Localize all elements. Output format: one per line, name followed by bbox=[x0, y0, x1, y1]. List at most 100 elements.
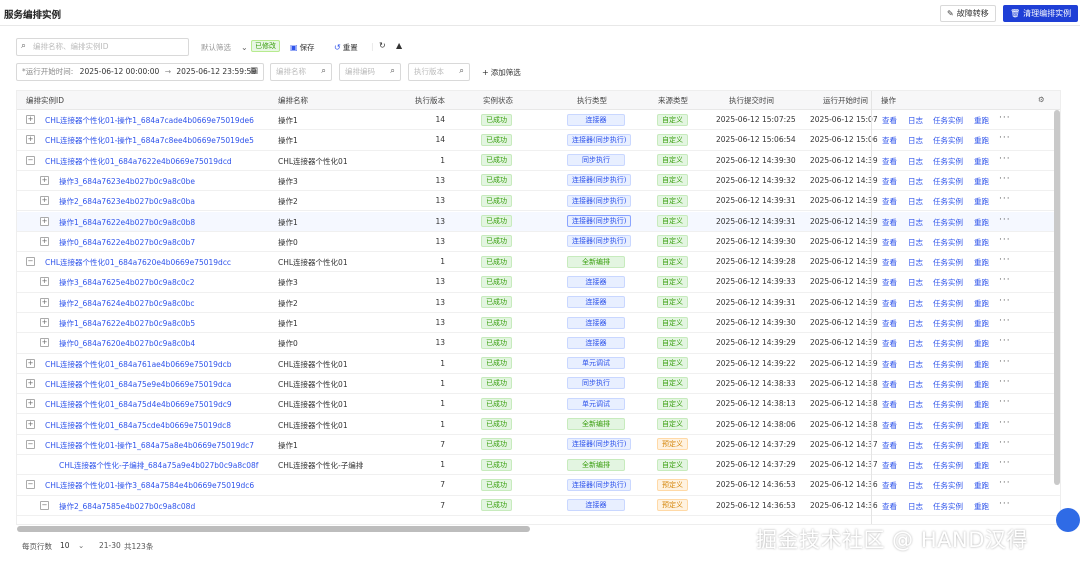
task-instance-link[interactable]: 任务实例 bbox=[933, 156, 963, 167]
instance-id-link[interactable]: 操作3_684a7623e4b027b0c9a8c0be bbox=[59, 176, 195, 187]
expand-icon[interactable]: + bbox=[40, 236, 49, 246]
collapse-icon[interactable]: − bbox=[26, 439, 35, 449]
log-link[interactable]: 日志 bbox=[908, 298, 923, 309]
more-icon[interactable]: ··· bbox=[999, 174, 1011, 184]
log-link[interactable]: 日志 bbox=[908, 277, 923, 288]
expand-icon[interactable]: + bbox=[40, 196, 49, 206]
col-version[interactable]: 执行版本 bbox=[415, 95, 445, 106]
expand-icon[interactable]: + bbox=[26, 378, 35, 388]
task-instance-link[interactable]: 任务实例 bbox=[933, 115, 963, 126]
more-icon[interactable]: ··· bbox=[999, 255, 1011, 265]
view-link[interactable]: 查看 bbox=[882, 379, 897, 390]
log-link[interactable]: 日志 bbox=[908, 176, 923, 187]
instance-id-link[interactable]: 操作0_684a7622e4b027b0c9a8c0b7 bbox=[59, 237, 195, 248]
collapse-button[interactable]: ▲ bbox=[396, 42, 402, 50]
view-link[interactable]: 查看 bbox=[882, 460, 897, 471]
table-row[interactable]: + CHL连接器个性化01-操作1_684a7c8ee4b0669e75019de… bbox=[17, 130, 1060, 151]
expand-icon[interactable]: + bbox=[26, 399, 35, 409]
expand-icon[interactable]: + bbox=[26, 419, 35, 429]
collapse-icon[interactable]: − bbox=[26, 155, 35, 165]
instance-id-link[interactable]: 操作2_684a7585e4b027b0c9a8c08d bbox=[59, 501, 195, 512]
table-row[interactable]: − CHL连接器个性化01_684a7622e4b0669e75019dcd CHL… bbox=[17, 151, 1060, 171]
table-row[interactable]: + CHL连接器个性化01_684a75d4e4b0669e75019dc9 CHL… bbox=[17, 394, 1060, 415]
page-size-select[interactable]: 10 ⌄ bbox=[60, 541, 84, 550]
table-row[interactable]: + CHL连接器个性化01_684a75e9e4b0669e75019dca CHL… bbox=[17, 374, 1060, 395]
table-row[interactable]: + 操作3_684a7625e4b027b0c9a8c0c2 操作3 13 已成功 连接器… bbox=[17, 272, 1060, 293]
col-source-type[interactable]: 来源类型 bbox=[658, 95, 688, 106]
task-instance-link[interactable]: 任务实例 bbox=[933, 257, 963, 268]
help-bubble[interactable] bbox=[1056, 508, 1080, 532]
rerun-link[interactable]: 重跑 bbox=[974, 480, 989, 491]
log-link[interactable]: 日志 bbox=[908, 440, 923, 451]
col-submit-time[interactable]: 执行提交时间 bbox=[729, 95, 774, 106]
rerun-link[interactable]: 重跑 bbox=[974, 359, 989, 370]
rerun-link[interactable]: 重跑 bbox=[974, 237, 989, 248]
log-link[interactable]: 日志 bbox=[908, 379, 923, 390]
more-icon[interactable]: ··· bbox=[999, 235, 1011, 245]
instance-id-link[interactable]: 操作0_684a7620e4b027b0c9a8c0b4 bbox=[59, 338, 195, 349]
instance-id-link[interactable]: CHL连接器个性化01-操作1_684a7cade4b0669e75019de6 bbox=[45, 115, 254, 126]
view-link[interactable]: 查看 bbox=[882, 176, 897, 187]
instance-id-link[interactable]: 操作1_684a7622e4b027b0c9a8c0b5 bbox=[59, 318, 195, 329]
instance-id-link[interactable]: CHL连接器个性化01_684a7620e4b0669e75019dcc bbox=[45, 257, 231, 268]
log-link[interactable]: 日志 bbox=[908, 318, 923, 329]
table-row[interactable]: + 操作2_684a7624e4b027b0c9a8c0bc 操作2 13 已成功 连接器… bbox=[17, 293, 1060, 313]
table-row[interactable]: − CHL连接器个性化01_684a7620e4b0669e75019dcc CHL… bbox=[17, 252, 1060, 273]
more-icon[interactable]: ··· bbox=[999, 418, 1011, 428]
log-link[interactable]: 日志 bbox=[908, 237, 923, 248]
version-filter-input[interactable]: 执行版本 ⌕ bbox=[408, 63, 470, 81]
instance-id-link[interactable]: CHL连接器个性化01_684a75e9e4b0669e75019dca bbox=[45, 379, 231, 390]
log-link[interactable]: 日志 bbox=[908, 359, 923, 370]
rerun-link[interactable]: 重跑 bbox=[974, 176, 989, 187]
task-instance-link[interactable]: 任务实例 bbox=[933, 420, 963, 431]
task-instance-link[interactable]: 任务实例 bbox=[933, 338, 963, 349]
table-row[interactable]: + 操作3_684a7623e4b027b0c9a8c0be 操作3 13 已成功 连接器… bbox=[17, 171, 1060, 192]
task-instance-link[interactable]: 任务实例 bbox=[933, 501, 963, 512]
view-link[interactable]: 查看 bbox=[882, 156, 897, 167]
instance-id-link[interactable]: CHL连接器个性化01_684a761ae4b0669e75019dcb bbox=[45, 359, 232, 370]
log-link[interactable]: 日志 bbox=[908, 257, 923, 268]
search-input[interactable]: ⌕ 编排名称、编排实例ID bbox=[16, 38, 189, 56]
view-link[interactable]: 查看 bbox=[882, 217, 897, 228]
more-icon[interactable]: ··· bbox=[999, 478, 1011, 488]
rerun-link[interactable]: 重跑 bbox=[974, 318, 989, 329]
rerun-link[interactable]: 重跑 bbox=[974, 338, 989, 349]
horizontal-scrollbar[interactable] bbox=[17, 526, 530, 532]
log-link[interactable]: 日志 bbox=[908, 115, 923, 126]
save-button[interactable]: ▣ 保存 bbox=[290, 42, 315, 53]
view-link[interactable]: 查看 bbox=[882, 196, 897, 207]
filter-select[interactable]: 默认筛选 ⌄ bbox=[201, 42, 248, 53]
rerun-link[interactable]: 重跑 bbox=[974, 156, 989, 167]
expand-icon[interactable]: + bbox=[26, 115, 35, 124]
rerun-link[interactable]: 重跑 bbox=[974, 399, 989, 410]
expand-icon[interactable]: + bbox=[40, 175, 49, 185]
more-icon[interactable]: ··· bbox=[999, 438, 1011, 448]
more-icon[interactable]: ··· bbox=[999, 154, 1011, 164]
view-link[interactable]: 查看 bbox=[882, 237, 897, 248]
failover-button[interactable]: ✎ 故障转移 bbox=[940, 5, 996, 22]
rerun-link[interactable]: 重跑 bbox=[974, 135, 989, 146]
rerun-link[interactable]: 重跑 bbox=[974, 277, 989, 288]
more-icon[interactable]: ··· bbox=[999, 316, 1011, 326]
expand-icon[interactable]: + bbox=[40, 318, 49, 327]
view-link[interactable]: 查看 bbox=[882, 399, 897, 410]
rerun-link[interactable]: 重跑 bbox=[974, 501, 989, 512]
table-row[interactable]: + 操作1_684a7622e4b027b0c9a8c0b8 操作1 13 已成功 连接器… bbox=[17, 211, 1060, 232]
task-instance-link[interactable]: 任务实例 bbox=[933, 440, 963, 451]
view-link[interactable]: 查看 bbox=[882, 318, 897, 329]
view-link[interactable]: 查看 bbox=[882, 257, 897, 268]
instance-id-link[interactable]: 操作2_684a7624e4b027b0c9a8c0bc bbox=[59, 298, 195, 309]
expand-icon[interactable]: + bbox=[40, 216, 49, 226]
more-icon[interactable]: ··· bbox=[999, 113, 1011, 123]
log-link[interactable]: 日志 bbox=[908, 501, 923, 512]
col-exec-type[interactable]: 执行类型 bbox=[577, 95, 607, 106]
table-row[interactable]: + CHL连接器个性化01_684a761ae4b0669e75019dcb CHL… bbox=[17, 354, 1060, 374]
more-icon[interactable]: ··· bbox=[999, 458, 1011, 468]
more-icon[interactable]: ··· bbox=[999, 499, 1011, 509]
table-row[interactable]: CHL连接器个性化-子编排_684a75a9e4b027b0c9a8c08f CH… bbox=[17, 455, 1060, 476]
task-instance-link[interactable]: 任务实例 bbox=[933, 480, 963, 491]
collapse-icon[interactable]: − bbox=[40, 500, 49, 510]
task-instance-link[interactable]: 任务实例 bbox=[933, 460, 963, 471]
task-instance-link[interactable]: 任务实例 bbox=[933, 135, 963, 146]
collapse-icon[interactable]: − bbox=[26, 257, 35, 267]
